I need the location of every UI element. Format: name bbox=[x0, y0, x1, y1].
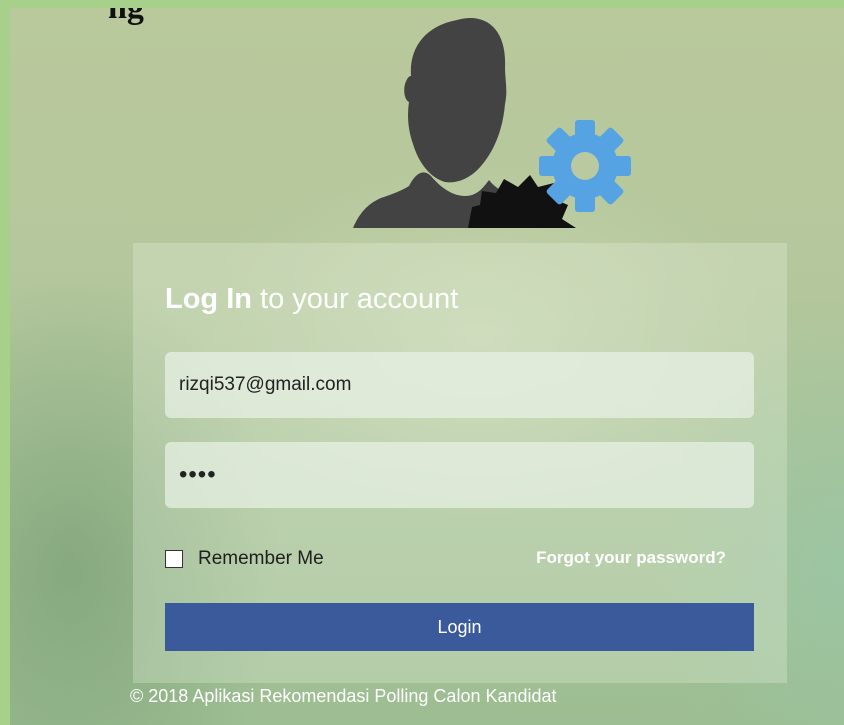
user-settings-icon bbox=[353, 18, 631, 228]
blue-gear-icon bbox=[539, 120, 631, 212]
password-field[interactable] bbox=[165, 442, 754, 508]
footer-copyright: © 2018 Aplikasi Rekomendasi Polling Calo… bbox=[130, 686, 557, 706]
remember-me-checkbox[interactable] bbox=[165, 550, 183, 568]
user-head-icon bbox=[404, 18, 507, 183]
login-title: Log In to your account bbox=[165, 283, 458, 316]
login-title-strong: Log In bbox=[165, 283, 252, 315]
forgot-password-link[interactable]: Forgot your password? bbox=[536, 548, 726, 568]
login-panel: Log In to your account Remember Me Forgo… bbox=[133, 243, 787, 683]
page-background: ng Log In to your a bbox=[10, 8, 844, 725]
login-button[interactable]: Login bbox=[165, 603, 754, 651]
email-field[interactable] bbox=[165, 352, 754, 418]
remember-me-label: Remember Me bbox=[198, 548, 324, 569]
remember-me-toggle[interactable]: Remember Me bbox=[165, 548, 324, 570]
cut-off-page-heading: ng bbox=[108, 8, 144, 25]
login-title-rest: to your account bbox=[251, 283, 459, 315]
